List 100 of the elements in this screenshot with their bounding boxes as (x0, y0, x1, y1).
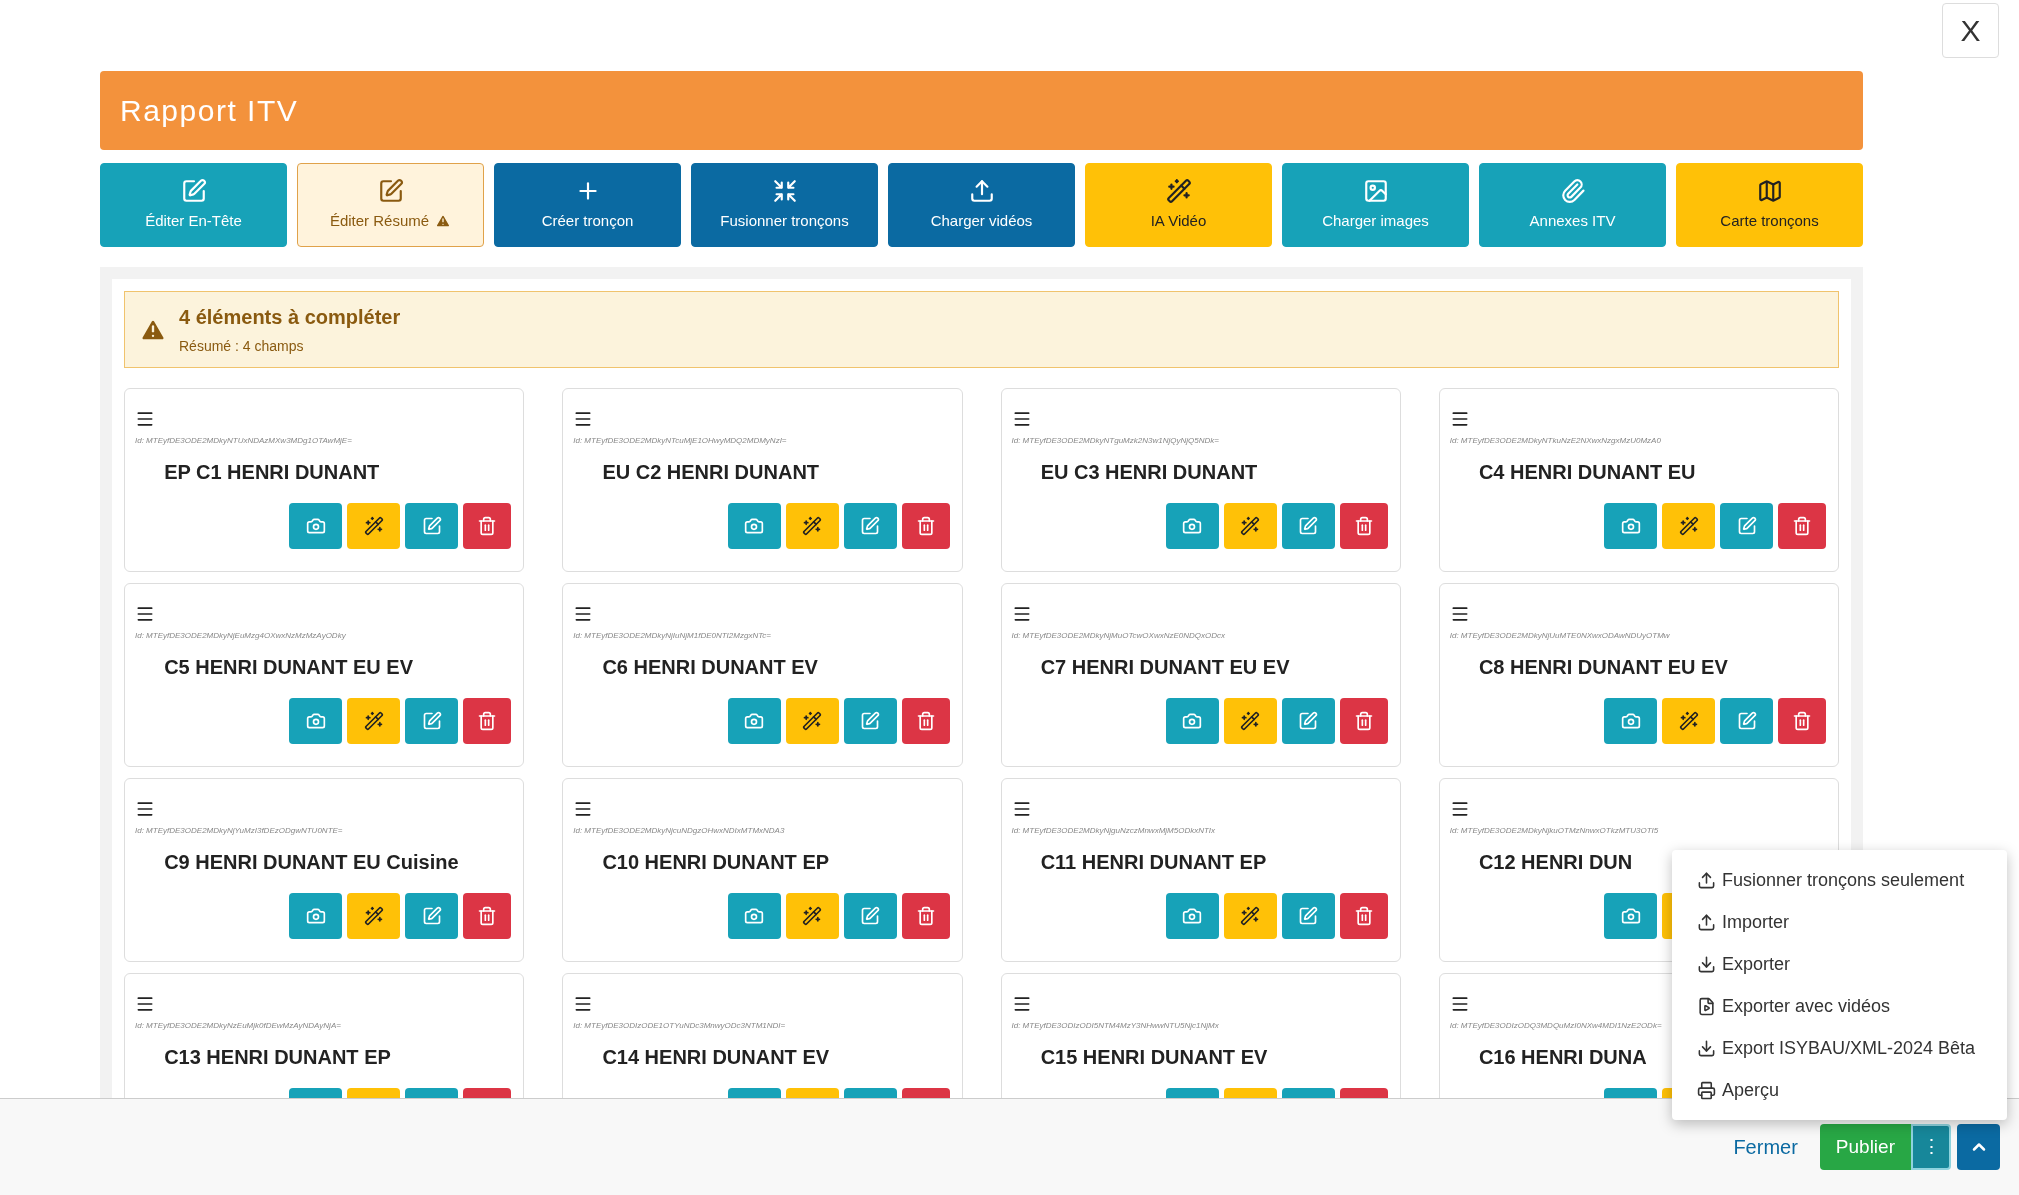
menu-item[interactable]: Exporter avec vidéos (1697, 990, 2007, 1022)
trash-icon (915, 711, 936, 731)
toolbar-button[interactable]: Charger images (1282, 163, 1469, 247)
edit-icon (1298, 906, 1319, 926)
trash-icon (1353, 516, 1374, 536)
close-link[interactable]: Fermer (1733, 1132, 1798, 1162)
magic-wand-icon (1240, 516, 1261, 536)
menu-item[interactable]: Exporter (1697, 948, 2007, 980)
menu-item[interactable]: Fusionner tronçons seulement (1697, 864, 2007, 896)
toolbar-button[interactable]: Fusionner tronçons (691, 163, 878, 247)
delete-button[interactable] (1339, 698, 1388, 744)
section-name: C13 HENRI DUNANT EP (164, 1045, 391, 1070)
trash-icon (477, 906, 498, 926)
image-icon (1362, 177, 1389, 204)
download-icon (1697, 1038, 1716, 1058)
arrows-inward-icon (771, 177, 798, 204)
trash-icon (477, 516, 498, 536)
camera-button[interactable] (1604, 893, 1657, 939)
section-name: C9 HENRI DUNANT EU Cuisine (164, 850, 459, 875)
magic-wand-button[interactable] (1223, 503, 1277, 549)
edit-icon (860, 516, 880, 536)
delete-button[interactable] (1778, 503, 1826, 549)
section-name: EU C3 HENRI DUNANT (1040, 460, 1258, 485)
magic-wand-icon (1165, 177, 1192, 204)
delete-button[interactable] (1339, 503, 1388, 549)
section-id: Id: MTEyfDE3ODE2MDkyNTkuNzE2NXwxNzgxMzU0MzA0 (1449, 435, 1662, 447)
more-options-button[interactable]: ⋮ (1911, 1124, 1951, 1170)
window-title: Rapport ITV (120, 93, 299, 129)
edit-button[interactable] (1720, 503, 1773, 549)
toolbar-button[interactable]: Annexes ITV (1479, 163, 1666, 247)
menu-icon[interactable] (135, 604, 155, 624)
magic-wand-button[interactable] (785, 893, 839, 939)
section-id: Id: MTEyfDE3ODE2MDkyNjcuNDgzOHwxNDIxMTMxNDA3 (573, 825, 786, 837)
camera-icon (1182, 516, 1203, 536)
section-id: Id: MTEyfDE3ODE2MDkyNjMuOTcwOXwxNzE0NDQxODcx (1011, 630, 1226, 642)
trash-icon (1353, 711, 1374, 731)
toolbar-button[interactable]: IA Vidéo (1085, 163, 1272, 247)
magic-wand-button[interactable] (1662, 503, 1715, 549)
delete-button[interactable] (901, 503, 950, 549)
magic-wand-button[interactable] (785, 698, 839, 744)
section-id: Id: MTEyfDE3ODIzODQ3MDQuMzI0NXw4MDI1NzE2ODk= (1449, 1020, 1663, 1032)
magic-wand-button[interactable] (347, 893, 401, 939)
section-name: C12 HENRI DUN (1478, 850, 1633, 875)
section-id: Id: MTEyfDE3ODE2MDkyNTcuMjE1OHwyMDQ2MDMyNzI= (573, 435, 788, 447)
delete-button[interactable] (901, 893, 950, 939)
magic-wand-icon (802, 906, 822, 926)
toolbar-button[interactable]: Carte tronçons (1676, 163, 1863, 247)
delete-button[interactable] (463, 698, 512, 744)
camera-icon (744, 906, 764, 926)
section-id: Id: MTEyfDE3ODE2MDkyNzEuMjk0fDEwMzAyNDAyNjA= (135, 1020, 342, 1032)
section-id: Id: MTEyfDE3ODE2MDkyNjEuMzg4OXwxNzMzMzAyODky (135, 630, 347, 642)
delete-button[interactable] (463, 893, 512, 939)
camera-button[interactable] (1604, 503, 1657, 549)
delete-button[interactable] (901, 698, 950, 744)
close-button[interactable]: X (1942, 3, 1999, 58)
edit-button[interactable] (1720, 698, 1773, 744)
menu-item[interactable]: Importer (1697, 906, 2007, 938)
camera-icon (1620, 516, 1641, 536)
magic-wand-button[interactable] (347, 503, 401, 549)
trash-icon (1792, 711, 1812, 731)
section-id: Id: MTEyfDE3ODE2MDkyNjYuMzI3fDEzODgwNTU0NTE= (135, 825, 344, 837)
scroll-up-button[interactable] (1957, 1124, 2000, 1170)
camera-icon (1182, 906, 1203, 926)
delete-button[interactable] (463, 503, 512, 549)
delete-button[interactable] (1339, 893, 1388, 939)
toolbar-button[interactable]: Créer tronçon (494, 163, 681, 247)
section-id: Id: MTEyfDE3ODE2MDkyNTguMzk2N3w1NjQyNjQ5NDk= (1011, 435, 1220, 447)
publish-button[interactable]: Publier (1819, 1124, 1911, 1170)
menu-item[interactable]: Export ISYBAU/XML-2024 Bêta (1697, 1032, 2007, 1064)
edit-icon (1298, 711, 1319, 731)
paperclip-icon (1559, 177, 1586, 204)
delete-button[interactable] (1778, 698, 1826, 744)
section-id: Id: MTEyfDE3ODIzODE1OTYuNDc3MnwyODc3NTM1NDI= (573, 1020, 787, 1032)
menu-icon[interactable] (135, 409, 155, 429)
toolbar-button[interactable]: Éditer En-Tête (100, 163, 287, 247)
section-name: C15 HENRI DUNANT EV (1040, 1045, 1268, 1070)
magic-wand-button[interactable] (1223, 893, 1277, 939)
trash-icon (915, 906, 936, 926)
camera-button[interactable] (1604, 698, 1657, 744)
menu-icon[interactable] (135, 994, 155, 1014)
magic-wand-button[interactable] (785, 503, 839, 549)
section-id: Id: MTEyfDE3ODE2MDkyNjUuMTE0NXwxODAwNDUyOTMw (1449, 630, 1671, 642)
magic-wand-button[interactable] (1223, 698, 1277, 744)
edit-icon (1298, 516, 1319, 536)
camera-icon (1620, 711, 1641, 731)
trash-icon (1353, 906, 1374, 926)
magic-wand-icon (1240, 906, 1261, 926)
section-name: C10 HENRI DUNANT EP (602, 850, 830, 875)
menu-icon[interactable] (135, 799, 155, 819)
magic-wand-button[interactable] (1662, 698, 1715, 744)
menu-item[interactable]: Aperçu (1697, 1074, 2007, 1106)
edit-icon (860, 711, 880, 731)
toolbar-button[interactable]: Charger vidéos (888, 163, 1075, 247)
section-id: Id: MTEyfDE3ODE2MDkyNTUxNDAzMXw3MDg1OTAwMjE= (135, 435, 353, 447)
edit-icon (421, 516, 442, 536)
toolbar-button[interactable]: Éditer Résumé (297, 163, 484, 247)
edit-icon (377, 177, 404, 204)
section-name: C7 HENRI DUNANT EU EV (1040, 655, 1290, 680)
magic-wand-button[interactable] (347, 698, 401, 744)
edit-icon (421, 711, 442, 731)
